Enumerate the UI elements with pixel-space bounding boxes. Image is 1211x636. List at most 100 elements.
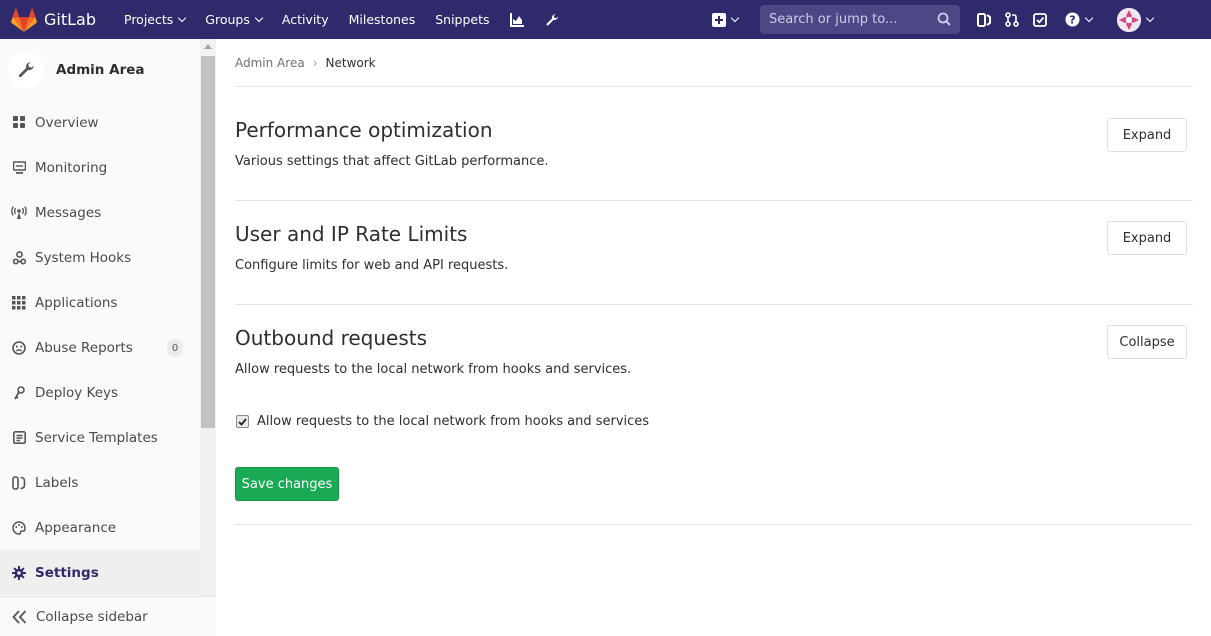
chevron-down-icon [730, 13, 740, 22]
sidebar-item-overview[interactable]: Overview [0, 100, 200, 145]
top-navbar: GitLab Projects Groups Activity Mileston… [0, 0, 1211, 39]
breadcrumb-separator-icon: › [312, 55, 318, 70]
gitlab-logo-icon [11, 7, 37, 32]
chevron-down-icon [254, 13, 264, 22]
sidebar-item-label: Service Templates [35, 429, 158, 446]
nav-analytics[interactable] [500, 0, 535, 39]
save-changes-button[interactable]: Save changes [235, 467, 339, 501]
brand[interactable]: GitLab [11, 0, 114, 39]
checkbox-label[interactable]: Allow requests to the local network from… [257, 414, 649, 429]
applications-icon [11, 295, 27, 311]
nav-snippets-label: Snippets [435, 12, 490, 27]
sidebar-item-applications[interactable]: Applications [0, 280, 200, 325]
section-title: User and IP Rate Limits [235, 222, 468, 246]
section-rate-limits: User and IP Rate Limits Configure limits… [235, 201, 1193, 305]
nav-milestones[interactable]: Milestones [339, 0, 426, 39]
sidebar-header[interactable]: Admin Area [0, 39, 200, 100]
issues-icon [977, 12, 991, 27]
sidebar-item-label: System Hooks [35, 249, 132, 266]
abuse-reports-count-badge: 0 [167, 339, 183, 357]
nav-admin[interactable] [535, 0, 569, 39]
sidebar-item-appearance[interactable]: Appearance [0, 505, 200, 550]
sidebar-item-label: Applications [35, 294, 118, 311]
avatar [1117, 7, 1141, 32]
sidebar-item-monitoring[interactable]: Monitoring [0, 145, 200, 190]
nav-groups[interactable]: Groups [195, 0, 272, 39]
plus-square-button[interactable] [706, 0, 742, 39]
sidebar-item-service-templates[interactable]: Service Templates [0, 415, 200, 460]
nav-groups-label: Groups [205, 12, 250, 27]
expand-button[interactable]: Expand [1107, 118, 1187, 152]
section-description: Configure limits for web and API request… [235, 258, 509, 273]
nav-snippets[interactable]: Snippets [425, 0, 499, 39]
new-dropdown[interactable] [706, 0, 742, 39]
help-icon: ? [1065, 12, 1080, 27]
labels-icon [11, 475, 27, 491]
nav-activity[interactable]: Activity [272, 0, 339, 39]
checkmark-icon [238, 417, 247, 426]
help-dropdown[interactable]: ? [1054, 0, 1099, 39]
hooks-icon [11, 250, 27, 266]
collapse-button[interactable]: Collapse [1107, 325, 1187, 359]
sidebar-item-label: Abuse Reports [35, 339, 133, 356]
sidebar-scrollbar[interactable] [200, 39, 216, 636]
search-input[interactable] [760, 12, 930, 27]
user-menu[interactable] [1099, 0, 1160, 39]
scroll-up-arrow-icon[interactable] [204, 44, 212, 49]
issues-button[interactable] [970, 0, 998, 39]
sidebar-item-label: Deploy Keys [35, 384, 119, 401]
sidebar-item-label: Labels [35, 474, 79, 491]
abuse-icon [11, 340, 27, 356]
sidebar-item-settings[interactable]: Settings [0, 550, 216, 595]
section-title: Outbound requests [235, 326, 428, 350]
search-icon [937, 12, 951, 26]
sidebar-item-deploy-keys[interactable]: Deploy Keys [0, 370, 200, 415]
avatar-identicon-icon [1117, 7, 1141, 32]
todos-button[interactable] [1026, 0, 1054, 39]
nav-milestones-label: Milestones [348, 12, 416, 27]
sidebar-item-label: Monitoring [35, 159, 108, 176]
key-icon [11, 385, 27, 401]
wrench-icon [545, 13, 558, 26]
sidebar-item-system-hooks[interactable]: System Hooks [0, 235, 200, 280]
sidebar: Admin Area Overview Monitoring Messages … [0, 39, 216, 636]
appearance-icon [11, 520, 27, 536]
breadcrumb: Admin Area › Network [235, 39, 1193, 87]
sidebar-item-labels[interactable]: Labels [0, 460, 200, 505]
nav-activity-label: Activity [281, 12, 329, 27]
breadcrumb-current: Network [325, 55, 376, 70]
section-outbound-requests: Outbound requests Allow requests to the … [235, 305, 1193, 525]
svg-text:?: ? [1069, 14, 1075, 27]
allow-local-requests-checkbox[interactable] [236, 415, 249, 428]
expand-button[interactable]: Expand [1107, 221, 1187, 255]
messages-icon [11, 205, 27, 221]
section-description: Various settings that affect GitLab perf… [235, 154, 549, 169]
chevron-down-icon [1084, 13, 1094, 22]
sidebar-item-label: Overview [35, 114, 99, 131]
sidebar-item-label: Messages [35, 204, 102, 221]
merge-request-icon [1005, 12, 1019, 27]
admin-avatar [8, 51, 44, 88]
double-chevron-left-icon [12, 609, 27, 624]
breadcrumb-parent-link[interactable]: Admin Area [235, 56, 305, 70]
chart-icon [509, 12, 524, 27]
templates-icon [11, 430, 27, 446]
wrench-icon [18, 61, 34, 77]
nav-projects[interactable]: Projects [114, 0, 195, 39]
section-performance-optimization: Performance optimization Various setting… [235, 87, 1193, 201]
search-box[interactable] [760, 5, 960, 34]
main-content: Admin Area › Network Performance optimiz… [235, 39, 1193, 525]
section-title: Performance optimization [235, 118, 493, 142]
scroll-thumb[interactable] [201, 56, 215, 428]
merge-requests-button[interactable] [998, 0, 1026, 39]
brand-name: GitLab [44, 10, 96, 29]
chevron-down-icon [1145, 13, 1155, 22]
sidebar-item-abuse-reports[interactable]: Abuse Reports 0 [0, 325, 200, 370]
sidebar-title: Admin Area [56, 61, 145, 78]
collapse-sidebar-button[interactable]: Collapse sidebar [0, 596, 216, 636]
nav-projects-label: Projects [124, 12, 174, 27]
sidebar-item-messages[interactable]: Messages [0, 190, 200, 235]
sidebar-nav: Admin Area Overview Monitoring Messages … [0, 39, 216, 636]
settings-gear-icon [11, 565, 27, 581]
sidebar-item-label: Settings [35, 564, 99, 581]
